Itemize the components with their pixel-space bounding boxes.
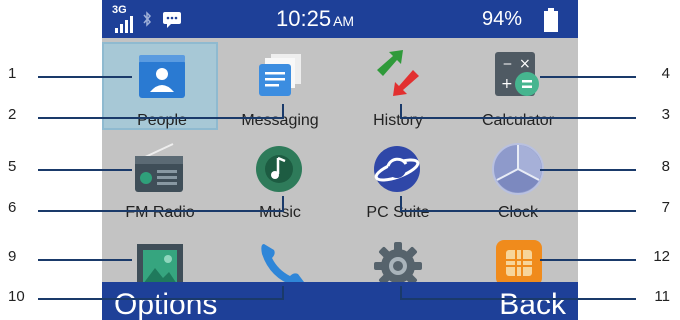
options-softkey[interactable]: Options: [114, 282, 217, 320]
battery-icon: [544, 8, 558, 32]
app-label-music: Music: [259, 204, 301, 221]
callout-12: 12: [653, 248, 670, 265]
message-notification-icon: [163, 12, 181, 28]
status-bar: 3G 10:25 AM 94%: [102, 0, 578, 38]
calculator-icon: ‒ × +: [495, 52, 539, 96]
callout-tick-3: [400, 104, 402, 118]
callout-line-7: [400, 210, 636, 212]
bluetooth-icon: [143, 11, 152, 27]
people-icon: [139, 55, 185, 98]
app-label-fm-radio: FM Radio: [125, 204, 195, 221]
callout-4: 4: [661, 65, 670, 82]
clock-time: 10:25 AM: [276, 6, 355, 31]
callout-line-2: [38, 117, 284, 119]
sim-icon: [496, 240, 542, 286]
callout-5: 5: [8, 158, 17, 175]
callout-line-12: [540, 259, 636, 261]
callout-2: 2: [8, 106, 17, 123]
callout-tick-6: [282, 196, 284, 210]
callout-line-6: [38, 210, 284, 212]
radio-icon: [135, 143, 183, 192]
clock-icon: [492, 143, 544, 195]
callout-line-5: [38, 169, 132, 171]
callout-6: 6: [8, 199, 17, 216]
callout-tick-7: [400, 196, 402, 210]
app-label-people: People: [137, 112, 187, 129]
callout-line-1: [38, 76, 132, 78]
app-label-clock: Clock: [497, 204, 538, 221]
callout-line-9: [38, 259, 132, 261]
callout-tick-10: [282, 286, 284, 299]
callout-line-11: [400, 298, 636, 300]
callout-1: 1: [8, 65, 17, 82]
svg-text:‒: ‒: [503, 56, 512, 72]
callout-3: 3: [661, 106, 670, 123]
callout-10: 10: [8, 288, 25, 305]
pc-suite-icon: [374, 146, 420, 192]
callout-9: 9: [8, 248, 17, 265]
svg-text:+: +: [501, 76, 513, 92]
callout-tick-11: [400, 286, 402, 299]
callout-11: 11: [654, 288, 670, 305]
callout-line-10: [38, 298, 284, 300]
signal-icon: [115, 16, 133, 33]
history-icon: [377, 50, 419, 96]
callout-line-3: [400, 117, 636, 119]
callout-line-4: [540, 76, 636, 78]
callout-tick-2: [282, 104, 284, 118]
music-icon: [256, 146, 302, 192]
back-softkey[interactable]: Back: [499, 282, 566, 320]
svg-text:×: ×: [519, 56, 531, 72]
phone-screen: 3G 10:25 AM 94% People Messaging History…: [102, 0, 578, 320]
app-label-history: History: [373, 112, 423, 129]
battery-level: 94%: [482, 8, 523, 30]
callout-7: 7: [661, 199, 670, 216]
app-label-pc-suite: PC Suite: [366, 204, 430, 221]
app-label-calculator: Calculator: [481, 112, 555, 129]
callout-line-8: [540, 169, 636, 171]
callout-8: 8: [661, 158, 670, 175]
messaging-icon: [259, 54, 301, 96]
softkey-bar: Options Back: [102, 282, 578, 320]
app-label-messaging: Messaging: [241, 112, 319, 129]
